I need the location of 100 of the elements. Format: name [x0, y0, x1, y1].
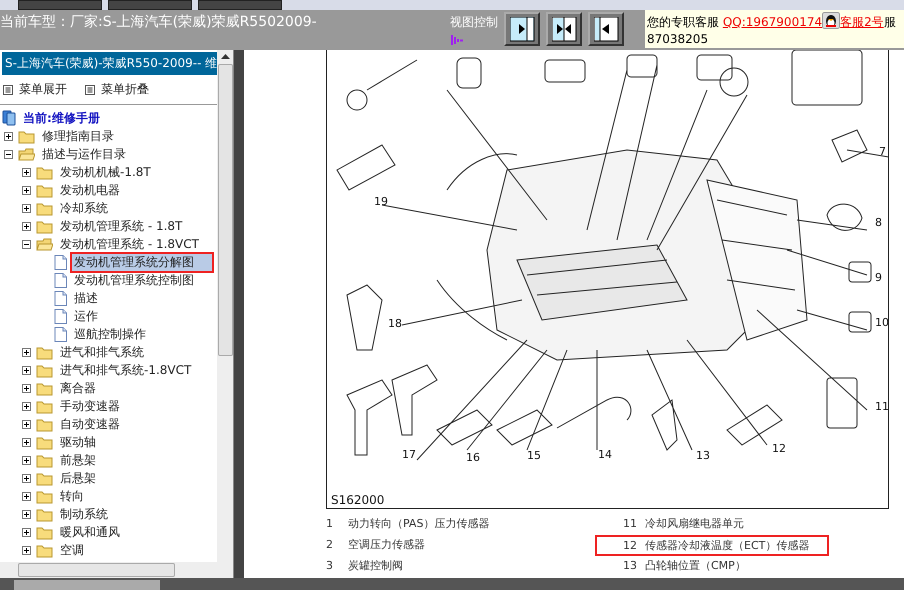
tree-item[interactable]: 自动变速器 [56, 414, 124, 434]
tree-item[interactable]: 发动机管理系统控制图 [70, 270, 198, 290]
legend-text: 传感器冷却液温度（ECT）传感器 [645, 538, 810, 553]
figure-code: S162000 [331, 493, 384, 507]
collapse-icon[interactable] [22, 240, 31, 248]
expand-left-button[interactable] [588, 12, 624, 46]
scroll-up-icon[interactable] [220, 54, 230, 60]
menu-item[interactable]: 菜单折叠 [85, 81, 149, 98]
callout-number: 13 [696, 449, 710, 462]
document-icon [54, 290, 67, 306]
tree-item[interactable]: 进气和排气系统-1.8VCT [56, 360, 196, 380]
expand-icon[interactable] [22, 492, 31, 500]
tree-item[interactable]: 发动机管理系统 - 1.8VCT [56, 234, 203, 254]
tree-item[interactable]: 修理指南目录 [38, 126, 118, 146]
callout-number: 16 [466, 451, 480, 464]
callout-number: 15 [527, 449, 541, 462]
tree-item[interactable]: 描述 [70, 288, 102, 308]
folder-icon [18, 128, 35, 144]
folder-icon [36, 434, 53, 450]
folder-icon [36, 542, 53, 558]
view-control-label: 视图控制 [450, 14, 498, 31]
folder-icon [36, 362, 53, 378]
expand-icon[interactable] [22, 528, 31, 536]
expand-icon[interactable] [22, 366, 31, 374]
service-label: 您的专职客服 [647, 15, 720, 29]
legend-text: 空调压力传感器 [348, 537, 425, 552]
vehicle-model-title: 当前车型：厂家:S-上海汽车(荣威)荣威R5502009- [0, 13, 318, 31]
folder-icon [36, 398, 53, 414]
callout-number: 12 [772, 442, 786, 455]
expand-icon[interactable] [22, 474, 31, 482]
expand-icon[interactable] [22, 510, 31, 518]
tree-item[interactable]: 前悬架 [56, 450, 100, 470]
expand-right-button[interactable] [504, 12, 540, 46]
expand-icon[interactable] [22, 168, 31, 176]
expand-icon[interactable] [22, 348, 31, 356]
document-icon [54, 326, 67, 342]
expand-icon[interactable] [22, 204, 31, 212]
tree-item[interactable]: 运作 [70, 306, 102, 326]
expand-icon[interactable] [22, 420, 31, 428]
manual-icon [2, 110, 16, 126]
tree-item[interactable]: 暖风和通风 [56, 522, 124, 542]
expand-icon[interactable] [22, 546, 31, 554]
penguin-icon[interactable] [822, 12, 840, 29]
bars-icon [450, 34, 464, 46]
tree-item[interactable]: 离合器 [56, 378, 100, 398]
agent-link[interactable]: 客服2号 [840, 15, 884, 29]
folder-icon [36, 164, 53, 180]
expand-icon[interactable] [22, 384, 31, 392]
tree-item[interactable]: 空调 [56, 540, 88, 560]
split-view-button[interactable] [546, 12, 582, 46]
folder-icon [36, 200, 53, 216]
tree-item[interactable]: 描述与运作目录 [38, 144, 130, 164]
document-icon [54, 254, 67, 270]
tree-item[interactable]: 发动机管理系统分解图 [70, 252, 214, 272]
legend-text: 动力转向（PAS）压力传感器 [348, 516, 490, 531]
expand-icon[interactable] [4, 132, 13, 140]
legend-number: 2 [326, 538, 334, 551]
legend-number: 3 [326, 559, 334, 572]
tree-item[interactable]: 制动系统 [56, 504, 112, 524]
tree-item[interactable]: 冷却系统 [56, 198, 112, 218]
folder-icon [36, 344, 53, 360]
list-icon [85, 84, 95, 94]
tree-item[interactable]: 发动机管理系统 - 1.8T [56, 216, 186, 236]
callout-number: 14 [598, 448, 612, 461]
sidebar-title: S-上海汽车(荣威)-荣威R550-2009-- 维 [2, 52, 217, 75]
folder-icon [36, 182, 53, 198]
expand-icon[interactable] [22, 222, 31, 230]
menu-item[interactable]: 菜单展开 [3, 81, 67, 98]
list-icon [3, 84, 13, 94]
legend-text: 凸轮轴位置（CMP） [645, 558, 746, 573]
folder-icon [36, 524, 53, 540]
service-text: 服 [884, 15, 896, 29]
legend-text: 炭罐控制阀 [348, 558, 403, 573]
expand-icon[interactable] [22, 456, 31, 464]
tree-item[interactable]: 进气和排气系统 [56, 342, 148, 362]
expand-icon[interactable] [22, 186, 31, 194]
document-icon [54, 308, 67, 324]
folder-icon [36, 380, 53, 396]
qq-link[interactable]: QQ:1967900174 [722, 15, 822, 29]
callout-number: 17 [402, 448, 416, 461]
tree-item[interactable]: 转向 [56, 486, 88, 506]
folder-icon [18, 146, 35, 162]
tree-item[interactable]: 发动机电器 [56, 180, 124, 200]
vertical-scrollbar[interactable] [217, 50, 233, 562]
expand-icon[interactable] [22, 402, 31, 410]
tree-item[interactable]: 驱动轴 [56, 432, 100, 452]
callout-number: 9 [875, 271, 882, 284]
callout-number: 8 [875, 216, 882, 229]
collapse-icon[interactable] [4, 150, 13, 158]
tree-item[interactable]: 发动机机械-1.8T [56, 162, 155, 182]
expand-icon[interactable] [22, 438, 31, 446]
tree-root-label[interactable]: 当前:维修手册 [19, 108, 104, 128]
tree-item[interactable]: 后悬架 [56, 468, 100, 488]
tree-item[interactable]: 巡航控制操作 [70, 324, 150, 344]
callout-number: 11 [875, 400, 888, 413]
horizontal-scrollbar[interactable] [0, 562, 233, 578]
legend-number: 1 [326, 517, 334, 530]
folder-icon [36, 470, 53, 486]
tree-item[interactable]: 手动变速器 [56, 396, 124, 416]
legend-text: 冷却风扇继电器单元 [645, 516, 744, 531]
